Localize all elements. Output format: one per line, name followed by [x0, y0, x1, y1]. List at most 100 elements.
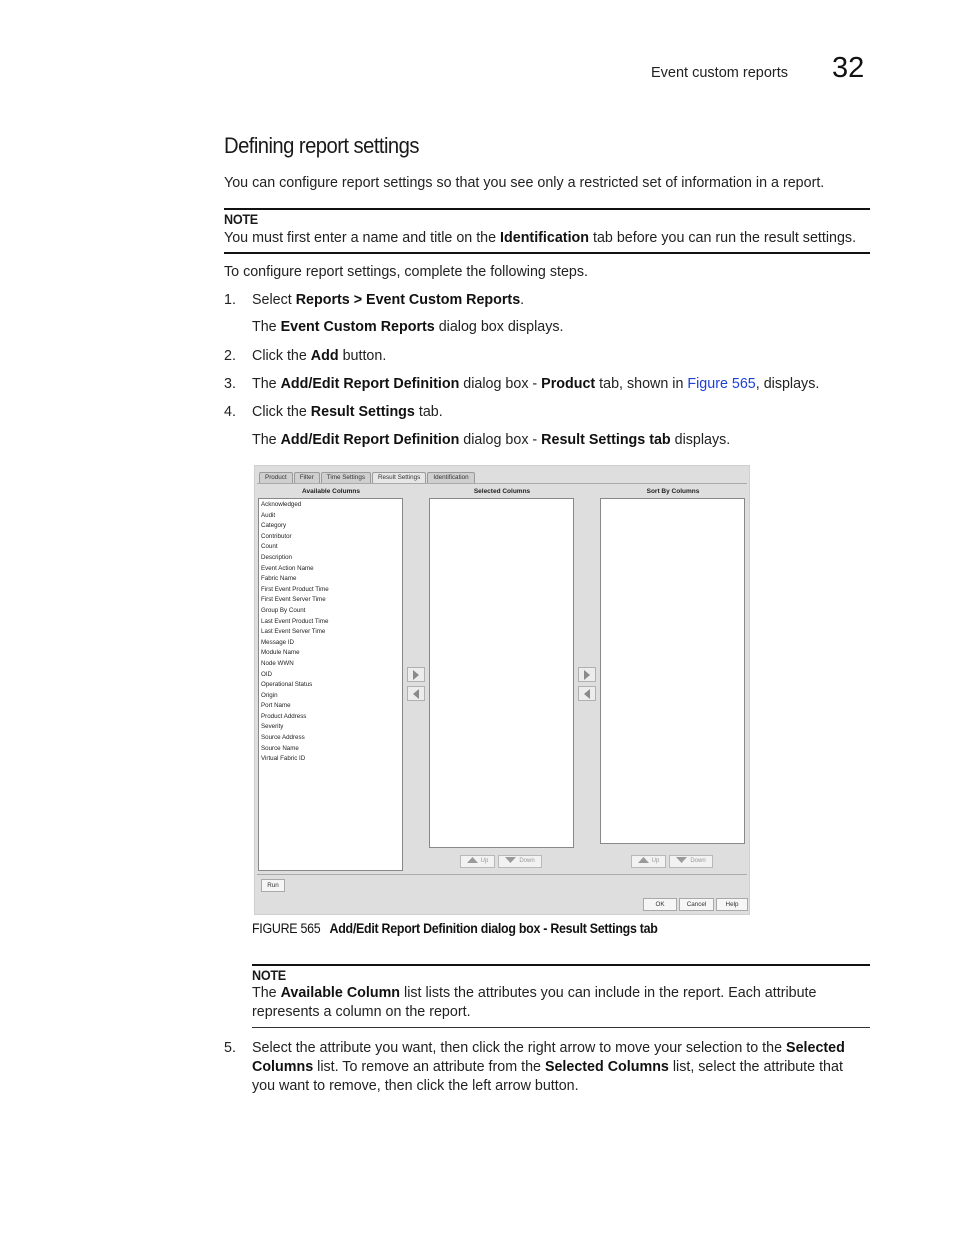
sort-move-left-button[interactable] — [578, 686, 596, 701]
available-column-item[interactable]: Node WWN — [259, 659, 402, 670]
sort-by-columns-list[interactable] — [600, 498, 745, 844]
step-number: 2. — [224, 348, 236, 364]
step-text-part: Click the — [252, 348, 311, 364]
move-left-button[interactable] — [407, 686, 425, 701]
available-column-item[interactable]: Fabric Name — [259, 574, 402, 585]
step-text-part: dialog box - — [459, 432, 542, 448]
dialog-divider — [257, 874, 747, 875]
step-text-part: The — [252, 432, 281, 448]
available-column-item[interactable]: Contributor — [259, 532, 402, 543]
up-label: Up — [480, 858, 489, 864]
arrow-left-icon — [413, 689, 419, 699]
available-column-item[interactable]: Source Name — [259, 744, 402, 755]
ok-button[interactable]: OK — [643, 898, 677, 911]
step-text-part: tab. — [414, 404, 443, 420]
step-text-part: tab, shown in — [595, 376, 688, 392]
tab-name: Product — [541, 376, 596, 392]
tab-identification[interactable]: Identification — [427, 472, 475, 483]
cancel-button[interactable]: Cancel — [679, 898, 714, 911]
selected-columns-list[interactable] — [429, 498, 574, 848]
step-text-part: dialog box displays. — [434, 319, 564, 335]
note-text: The Available Column list lists the attr… — [252, 984, 816, 1003]
tab-product[interactable]: Product — [259, 472, 293, 483]
step-text: Select Reports > Event Custom Reports. — [252, 292, 524, 308]
triangle-down-icon — [676, 857, 688, 864]
step-text-part: dialog box - — [459, 376, 542, 392]
run-button[interactable]: Run — [261, 879, 285, 892]
available-column-item[interactable]: Count — [259, 542, 402, 553]
selected-up-button[interactable]: Up — [460, 855, 495, 868]
dialog-tab-strip: Product Filter Time Settings Result Sett… — [259, 472, 476, 483]
available-column-item[interactable]: Audit — [259, 511, 402, 522]
figure-caption: FIGURE 565 Add/Edit Report Definition dia… — [252, 921, 658, 936]
intro-paragraph: You can configure report settings so tha… — [224, 175, 825, 191]
figure-number: FIGURE 565 — [252, 921, 321, 936]
sort-by-columns-title: Sort By Columns — [646, 488, 700, 495]
step-text-line: Select the attribute you want, then clic… — [252, 1040, 845, 1056]
chapter-number: 32 — [832, 52, 865, 84]
note-text-bold: Identification — [500, 230, 590, 246]
button-name: Add — [310, 348, 339, 364]
down-label: Down — [690, 858, 706, 864]
arrow-right-icon — [413, 670, 419, 680]
available-column-item[interactable]: First Event Server Time — [259, 595, 402, 606]
sort-move-right-button[interactable] — [578, 667, 596, 682]
note-text-bold: Available Column — [280, 985, 401, 1001]
help-button[interactable]: Help — [716, 898, 748, 911]
step-text-line: Columns list. To remove an attribute fro… — [252, 1059, 843, 1075]
figure-link[interactable]: Figure 565 — [687, 376, 755, 392]
sort-up-button[interactable]: Up — [631, 855, 666, 868]
dialog-name: Add/Edit Report Definition — [280, 376, 460, 392]
note-top-rule — [224, 208, 870, 210]
available-column-item[interactable]: Product Address — [259, 712, 402, 723]
available-column-item[interactable]: First Event Product Time — [259, 585, 402, 596]
arrow-left-icon — [584, 689, 590, 699]
step-text-part: Select — [252, 292, 296, 308]
tab-result-settings[interactable]: Result Settings — [371, 472, 427, 483]
tab-filter[interactable]: Filter — [293, 472, 320, 483]
tab-time-settings[interactable]: Time Settings — [320, 472, 371, 483]
down-label: Down — [519, 858, 535, 864]
available-column-item[interactable]: Acknowledged — [259, 500, 402, 511]
step-subtext: The Add/Edit Report Definition dialog bo… — [252, 432, 730, 448]
available-column-item[interactable]: Category — [259, 521, 402, 532]
note-text-post: tab before you can run the result settin… — [589, 230, 857, 246]
selected-down-button[interactable]: Down — [498, 855, 542, 868]
step-text: The Add/Edit Report Definition dialog bo… — [252, 376, 819, 392]
available-column-item[interactable]: Severity — [259, 722, 402, 733]
available-column-item[interactable]: Description — [259, 553, 402, 564]
available-column-item[interactable]: Event Action Name — [259, 564, 402, 575]
available-column-item[interactable]: OID — [259, 670, 402, 681]
running-header-section: Event custom reports — [651, 65, 788, 81]
step-number: 3. — [224, 376, 236, 392]
step-text-part: . — [520, 292, 525, 308]
available-column-item[interactable]: Port Name — [259, 701, 402, 712]
selected-columns-title: Selected Columns — [473, 488, 531, 495]
triangle-up-icon — [466, 857, 478, 864]
step-number: 4. — [224, 404, 236, 420]
note-bottom-rule — [224, 252, 870, 254]
step-text-part: , displays. — [755, 376, 820, 392]
dialog-name: Add/Edit Report Definition — [280, 432, 460, 448]
step-text-part: The — [252, 376, 281, 392]
available-column-item[interactable]: Last Event Product Time — [259, 617, 402, 628]
step-text-line: you want to remove, then click the left … — [252, 1078, 579, 1094]
available-column-item[interactable]: Source Address — [259, 733, 402, 744]
move-right-button[interactable] — [407, 667, 425, 682]
available-column-item[interactable]: Origin — [259, 691, 402, 702]
sort-down-button[interactable]: Down — [669, 855, 713, 868]
step-text-part: displays. — [670, 432, 731, 448]
available-column-item[interactable]: Module Name — [259, 648, 402, 659]
available-column-item[interactable]: Last Event Server Time — [259, 627, 402, 638]
steps-intro: To configure report settings, complete t… — [224, 264, 588, 280]
available-column-item[interactable]: Message ID — [259, 638, 402, 649]
up-label: Up — [651, 858, 660, 864]
tab-name: Result Settings — [310, 404, 415, 420]
step-text-part: Select the attribute you want, then clic… — [252, 1040, 787, 1056]
available-column-item[interactable]: Virtual Fabric ID — [259, 754, 402, 765]
available-column-item[interactable]: Operational Status — [259, 680, 402, 691]
step-text-part: list, select the attribute that — [668, 1059, 843, 1075]
available-columns-list[interactable]: Acknowledged Audit Category Contributor Coun… — [258, 498, 403, 871]
dialog-name: Event Custom Reports — [280, 319, 435, 335]
available-column-item[interactable]: Group By Count — [259, 606, 402, 617]
